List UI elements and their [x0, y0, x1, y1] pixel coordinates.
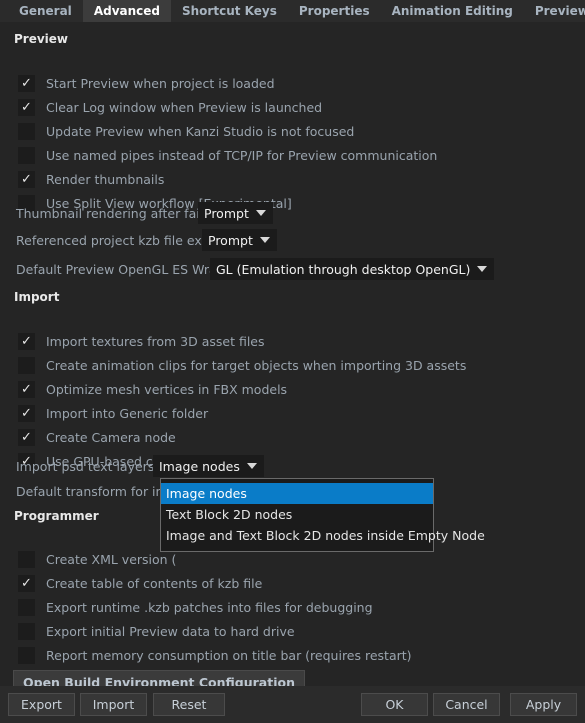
- caret-down-icon: [259, 237, 270, 243]
- checkmark-icon: ✓: [21, 381, 32, 397]
- import-button[interactable]: Import: [80, 693, 147, 716]
- combo-value: Image nodes: [159, 458, 240, 474]
- dropdown-option-image-nodes[interactable]: Image nodes: [161, 483, 433, 504]
- checkmark-icon: ✓: [21, 575, 32, 591]
- checkbox-optimize-mesh-vertices-fbx[interactable]: ✓: [18, 380, 35, 398]
- setting-label: Create table of contents of kzb file: [46, 575, 263, 591]
- tab-label: Shortcut Keys: [182, 4, 277, 18]
- setting-label: Start Preview when project is loaded: [46, 75, 275, 91]
- dropdown-option-image-and-text-block-2d-nodes[interactable]: Image and Text Block 2D nodes inside Emp…: [161, 525, 485, 546]
- cancel-button[interactable]: Cancel: [433, 693, 500, 716]
- group-heading-preview: Preview: [14, 32, 69, 46]
- group-heading-programmer: Programmer: [14, 509, 99, 523]
- checkmark-icon: ✓: [21, 333, 32, 349]
- setting-label: Use named pipes instead of TCP/IP for Pr…: [46, 147, 438, 163]
- tab-general[interactable]: General: [8, 0, 83, 22]
- checkmark-icon: ✓: [21, 171, 32, 187]
- checkmark-icon: ✓: [21, 99, 32, 115]
- dropdown-popup-import-psd-text-layers: Image nodes Text Block 2D nodes Image an…: [160, 478, 485, 552]
- setting-label: Optimize mesh vertices in FBX models: [46, 381, 288, 397]
- combo-thumbnail-rendering-after-failure[interactable]: Prompt: [198, 202, 273, 224]
- setting-label: Export initial Preview data to hard driv…: [46, 623, 295, 639]
- caret-down-icon: [477, 266, 488, 272]
- tab-label: General: [19, 4, 72, 18]
- checkmark-icon: ✓: [21, 75, 32, 91]
- setting-label: Create animation clips for target object…: [46, 357, 467, 373]
- setting-label: Report memory consumption on title bar (…: [46, 647, 412, 663]
- setting-label: Create Camera node: [46, 429, 176, 445]
- checkbox-create-camera-node[interactable]: ✓: [18, 428, 35, 446]
- setting-label: Create XML version (: [46, 551, 177, 567]
- settings-content: Preview ✓ Start Preview when project is …: [0, 24, 585, 694]
- caret-down-icon: [255, 210, 266, 216]
- export-button[interactable]: Export: [8, 693, 75, 716]
- checkbox-render-thumbnails[interactable]: ✓: [18, 170, 35, 188]
- tab-label: Advanced: [93, 4, 160, 18]
- checkmark-icon: ✓: [21, 405, 32, 421]
- caret-down-icon: [246, 463, 257, 469]
- checkbox-clear-log-window[interactable]: ✓: [18, 98, 35, 116]
- checkbox-export-initial-preview-data[interactable]: ✓: [18, 622, 35, 640]
- tab-label: Preview: [534, 4, 585, 18]
- combo-value: Prompt: [204, 205, 249, 221]
- setting-label: Import into Generic folder: [46, 405, 209, 421]
- apply-button[interactable]: Apply: [510, 693, 577, 716]
- combo-referenced-project-kzb-file-export[interactable]: Prompt: [202, 229, 277, 251]
- tab-properties[interactable]: Properties: [288, 0, 381, 22]
- combo-label: Referenced project kzb file export:: [16, 232, 232, 248]
- checkbox-start-preview-when-project-loaded[interactable]: ✓: [18, 74, 35, 92]
- checkmark-icon: ✓: [21, 429, 32, 445]
- combo-import-psd-text-layers-as[interactable]: Image nodes: [153, 455, 264, 477]
- combo-label: Thumbnail rendering after failure:: [16, 205, 228, 221]
- settings-dialog: General Advanced Shortcut Keys Propertie…: [0, 0, 585, 723]
- checkbox-import-textures-from-3d-assets[interactable]: ✓: [18, 332, 35, 350]
- tab-shortcut-keys[interactable]: Shortcut Keys: [171, 0, 288, 22]
- tab-animation-editing[interactable]: Animation Editing: [381, 0, 524, 22]
- group-heading-import: Import: [14, 290, 60, 304]
- reset-button[interactable]: Reset: [153, 693, 225, 716]
- ok-button[interactable]: OK: [361, 693, 428, 716]
- dropdown-option-text-block-2d-nodes[interactable]: Text Block 2D nodes: [161, 504, 433, 525]
- combo-value: GL (Emulation through desktop OpenGL): [216, 261, 471, 277]
- tab-label: Animation Editing: [391, 4, 513, 18]
- checkbox-use-named-pipes[interactable]: ✓: [18, 146, 35, 164]
- combo-value: Prompt: [208, 232, 253, 248]
- tab-bar: General Advanced Shortcut Keys Propertie…: [0, 0, 585, 22]
- tab-advanced[interactable]: Advanced: [82, 0, 171, 22]
- combo-default-preview-opengl-es-wrapper[interactable]: GL (Emulation through desktop OpenGL): [210, 258, 495, 280]
- combo-label-occluded: Default transform for imp: [16, 483, 176, 499]
- tab-preview[interactable]: Preview: [524, 0, 585, 22]
- checkbox-report-memory-consumption[interactable]: ✓: [18, 646, 35, 664]
- checkbox-create-animation-clips[interactable]: ✓: [18, 356, 35, 374]
- setting-label: Export runtime .kzb patches into files f…: [46, 599, 373, 615]
- dialog-button-bar: Export Import Reset OK Cancel Apply: [0, 686, 585, 723]
- checkbox-import-into-generic-folder[interactable]: ✓: [18, 404, 35, 422]
- checkbox-update-preview-not-focused[interactable]: ✓: [18, 122, 35, 140]
- setting-label: Update Preview when Kanzi Studio is not …: [46, 123, 355, 139]
- setting-label: Render thumbnails: [46, 171, 165, 187]
- checkbox-create-xml-version[interactable]: ✓: [18, 550, 35, 568]
- setting-label: Clear Log window when Preview is launche…: [46, 99, 323, 115]
- tab-label: Properties: [298, 4, 370, 18]
- setting-label: Import textures from 3D asset files: [46, 333, 265, 349]
- checkbox-export-runtime-kzb-patches[interactable]: ✓: [18, 598, 35, 616]
- checkbox-create-table-of-contents-kzb[interactable]: ✓: [18, 574, 35, 592]
